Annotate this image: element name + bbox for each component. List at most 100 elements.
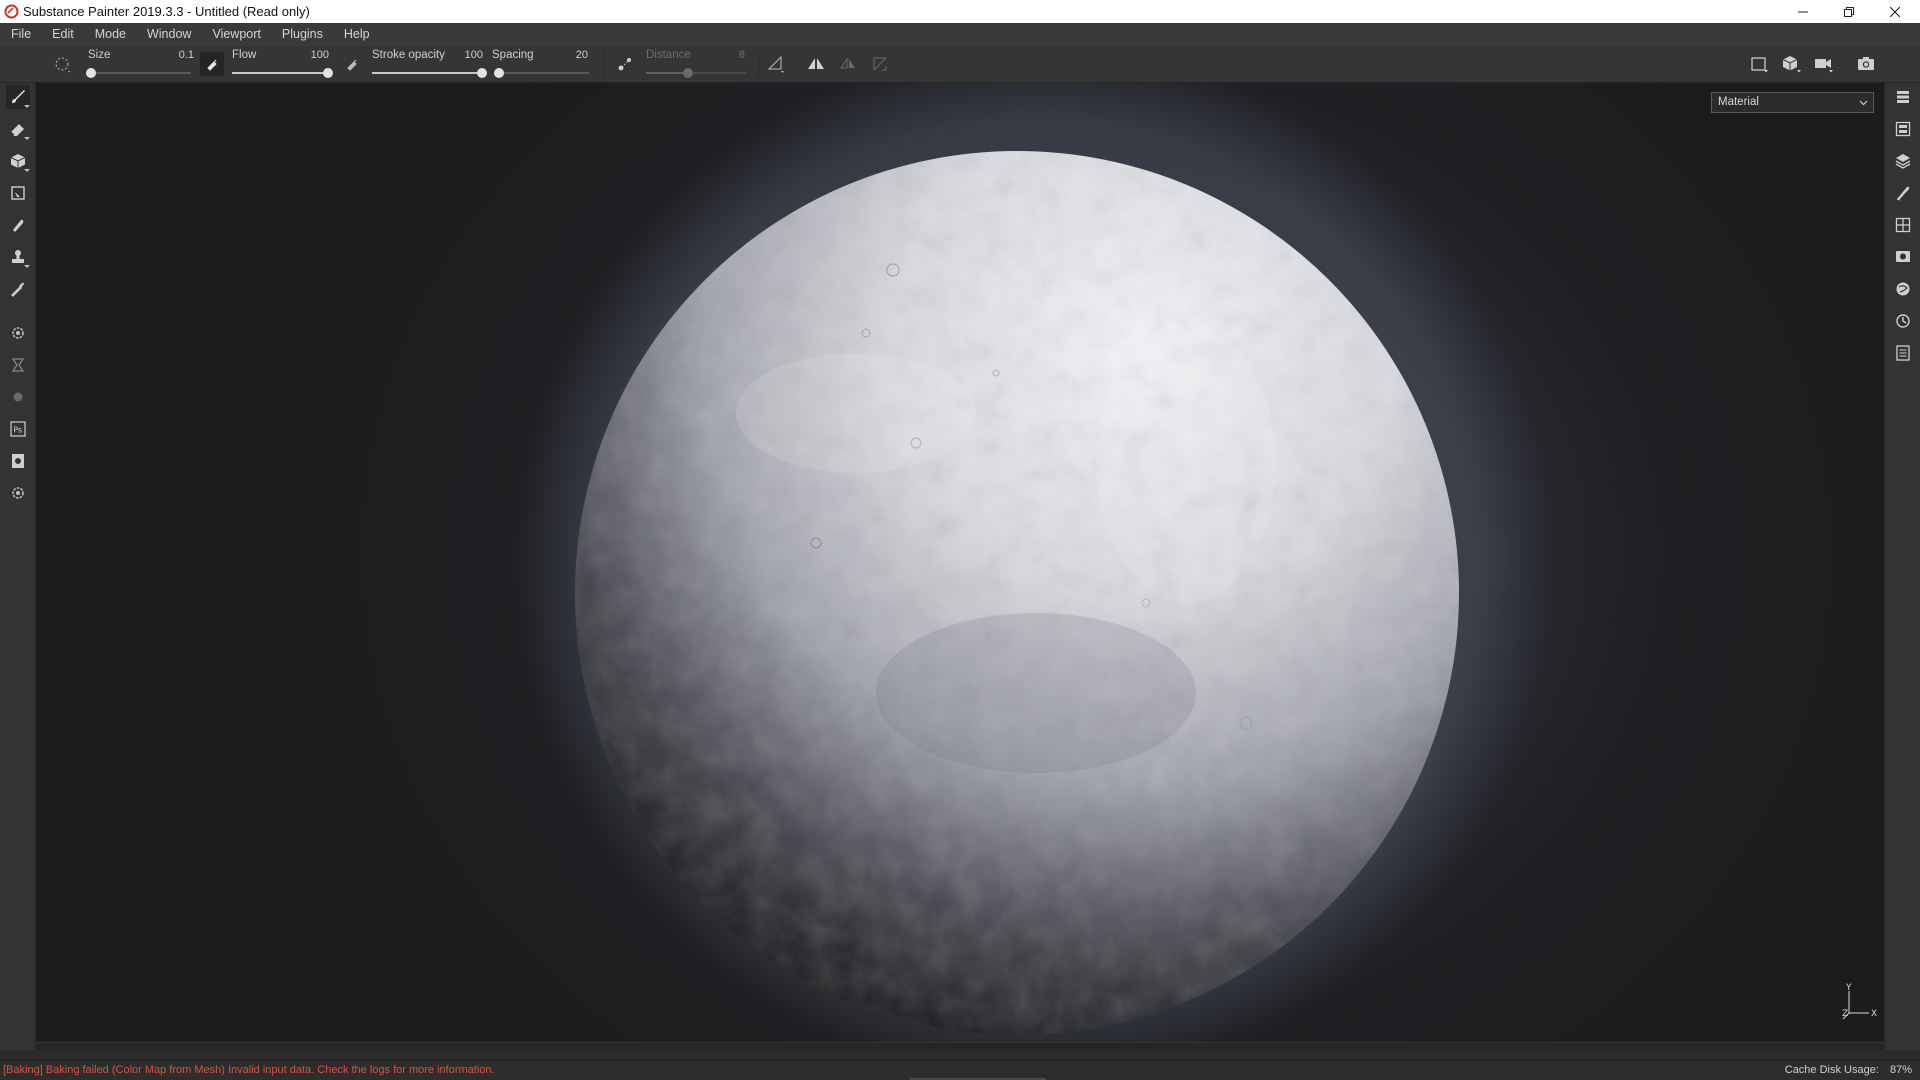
menu-viewport[interactable]: Viewport bbox=[205, 23, 274, 46]
photoshop-export-button[interactable]: Ps bbox=[6, 417, 30, 441]
minimize-button[interactable] bbox=[1780, 0, 1826, 23]
color-picker-button[interactable] bbox=[6, 277, 30, 301]
moon-texture bbox=[575, 151, 1459, 1035]
clone-stamp-icon bbox=[12, 250, 24, 263]
projection-tool-button[interactable] bbox=[6, 149, 30, 173]
viewport-bottom-strip bbox=[36, 1042, 1884, 1050]
stroke-opacity-knob[interactable] bbox=[477, 68, 487, 78]
chevron-down-icon bbox=[1859, 100, 1868, 106]
viewport-3d-button[interactable] bbox=[1780, 52, 1804, 76]
texture-set-settings-button[interactable] bbox=[1891, 213, 1915, 237]
size-pressure-button[interactable] bbox=[200, 52, 224, 76]
spacing-value: 20 bbox=[575, 49, 588, 61]
layers-button[interactable] bbox=[1891, 149, 1915, 173]
screenshot-icon bbox=[1858, 57, 1874, 70]
lazy-mouse-button[interactable] bbox=[613, 52, 637, 76]
clone-tool-button[interactable] bbox=[6, 245, 30, 269]
menu-edit[interactable]: Edit bbox=[45, 23, 88, 46]
menu-file[interactable]: File bbox=[4, 23, 45, 46]
plugin-button[interactable] bbox=[6, 385, 30, 409]
minimize-icon bbox=[1798, 11, 1808, 12]
channel-select[interactable]: Material bbox=[1711, 92, 1874, 113]
axis-y-label: Y bbox=[1845, 983, 1852, 993]
iray-button[interactable] bbox=[6, 353, 30, 377]
stroke-opacity-slider[interactable]: Stroke opacity 100 bbox=[372, 46, 487, 83]
projection-icon bbox=[10, 154, 26, 168]
menu-bar: File Edit Mode Window Viewport Plugins H… bbox=[0, 23, 1920, 46]
distance-slider[interactable]: Distance 8 bbox=[646, 46, 748, 83]
iray-icon bbox=[11, 358, 25, 372]
properties-button[interactable] bbox=[1891, 181, 1915, 205]
alignment-icon bbox=[767, 55, 784, 73]
camera-button[interactable] bbox=[1812, 52, 1836, 76]
export-icon bbox=[12, 454, 24, 468]
symmetry-axis-button[interactable] bbox=[868, 52, 892, 76]
restore-icon bbox=[1844, 6, 1854, 17]
polygon-fill-tool-button[interactable] bbox=[6, 181, 30, 205]
pen-pressure-icon bbox=[347, 59, 357, 71]
history-button[interactable] bbox=[1891, 309, 1915, 333]
brush-shape-button[interactable] bbox=[50, 52, 74, 76]
size-slider[interactable]: Size 0.1 bbox=[86, 46, 194, 83]
spacing-label: Spacing bbox=[492, 49, 534, 61]
flow-fill bbox=[232, 72, 328, 74]
eraser-tool-button[interactable] bbox=[6, 117, 30, 141]
distance-fill bbox=[646, 72, 688, 74]
size-knob[interactable] bbox=[86, 68, 96, 78]
spacing-slider[interactable]: Spacing 20 bbox=[492, 46, 592, 83]
spacing-knob[interactable] bbox=[493, 68, 504, 78]
display-settings-button[interactable] bbox=[1891, 245, 1915, 269]
pen-pressure-icon bbox=[207, 59, 217, 71]
symmetry-mode-button[interactable] bbox=[836, 52, 860, 76]
status-message[interactable]: [Baking] Baking failed (Color Map from M… bbox=[3, 1064, 495, 1076]
eraser-icon bbox=[10, 124, 24, 136]
layers-stack-button[interactable] bbox=[1891, 85, 1915, 109]
close-button[interactable] bbox=[1872, 0, 1918, 23]
flow-knob[interactable] bbox=[323, 68, 333, 78]
menu-mode[interactable]: Mode bbox=[88, 23, 140, 46]
flow-value: 100 bbox=[310, 49, 329, 61]
moon-sphere[interactable] bbox=[36, 83, 1884, 1050]
distance-value: 8 bbox=[738, 49, 745, 61]
screenshot-button[interactable] bbox=[1854, 52, 1878, 76]
axis-gizmo: Y X Z bbox=[1842, 983, 1877, 1020]
stroke-opacity-value: 100 bbox=[464, 49, 483, 61]
viewport-3d[interactable]: Material Y X Z bbox=[36, 83, 1884, 1050]
smudge-tool-button[interactable] bbox=[6, 213, 30, 237]
paint-tool-button[interactable] bbox=[6, 85, 30, 109]
restore-button[interactable] bbox=[1826, 0, 1872, 23]
display-settings-icon bbox=[1896, 251, 1910, 262]
log-icon bbox=[1896, 345, 1910, 361]
history-icon bbox=[1896, 314, 1910, 328]
distance-knob[interactable] bbox=[683, 68, 693, 78]
status-bar: [Baking] Baking failed (Color Map from M… bbox=[0, 1060, 1920, 1080]
flow-pressure-button[interactable] bbox=[340, 52, 364, 76]
bake-settings-button[interactable] bbox=[6, 321, 30, 345]
texture-set-list-button[interactable] bbox=[1891, 117, 1915, 141]
menu-plugins[interactable]: Plugins bbox=[275, 23, 337, 46]
plugin-icon bbox=[13, 392, 23, 402]
symmetry-options-button[interactable] bbox=[764, 52, 788, 76]
bake-settings-icon bbox=[12, 327, 24, 339]
flow-slider[interactable]: Flow 100 bbox=[232, 46, 333, 83]
log-button[interactable] bbox=[1891, 341, 1915, 365]
chevron-down-icon bbox=[24, 265, 30, 268]
brush-shape-icon bbox=[55, 57, 70, 73]
size-value: 0.1 bbox=[178, 49, 194, 61]
symmetry-button[interactable] bbox=[804, 52, 828, 76]
toolbar-separator bbox=[758, 52, 759, 77]
export-textures-button[interactable] bbox=[6, 449, 30, 473]
stroke-opacity-fill bbox=[372, 72, 482, 74]
axis-transform-icon bbox=[873, 57, 887, 71]
viewport-3d-icon bbox=[1782, 56, 1801, 73]
settings-button[interactable] bbox=[6, 481, 30, 505]
shelf-button[interactable] bbox=[1891, 277, 1915, 301]
menu-help[interactable]: Help bbox=[337, 23, 384, 46]
symmetry-mode-icon bbox=[840, 57, 855, 69]
svg-text:Ps: Ps bbox=[13, 426, 22, 435]
menu-window[interactable]: Window bbox=[140, 23, 205, 46]
viewport-2d-button[interactable] bbox=[1748, 52, 1772, 76]
axis-z-label: Z bbox=[1842, 1009, 1848, 1019]
left-toolbar: Ps bbox=[0, 83, 36, 1050]
texture-set-settings-icon bbox=[1895, 217, 1911, 233]
